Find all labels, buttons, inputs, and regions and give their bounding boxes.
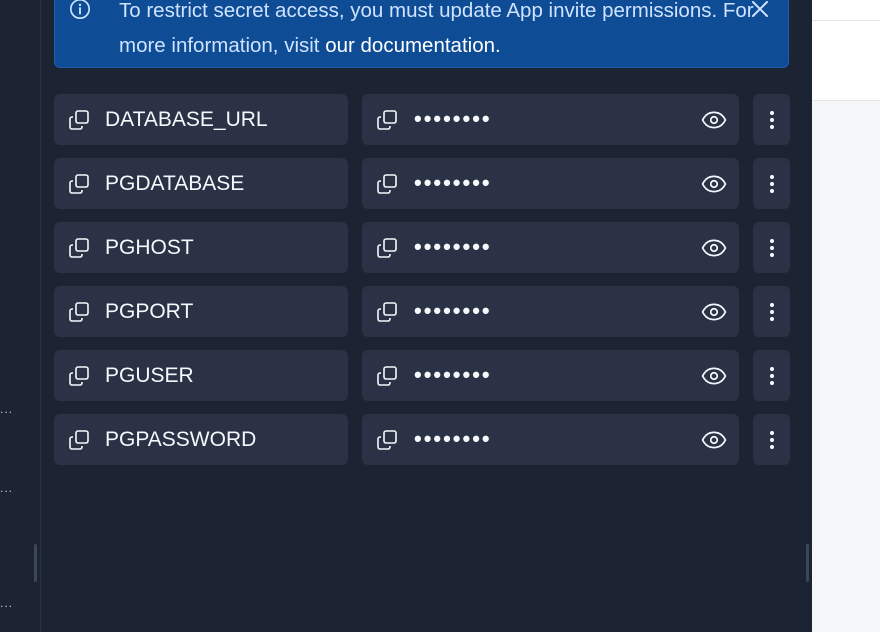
- secret-value-field[interactable]: ••••••••: [362, 222, 739, 273]
- more-vertical-icon: [770, 239, 774, 257]
- secret-value-masked: ••••••••: [414, 298, 492, 323]
- more-vertical-icon: [770, 367, 774, 385]
- copy-icon[interactable]: [375, 236, 399, 260]
- secret-key-label: PGDATABASE: [105, 172, 245, 195]
- copy-icon[interactable]: [67, 364, 91, 388]
- secret-row: DATABASE_URL ••••••••: [54, 94, 791, 145]
- row-menu-button[interactable]: [753, 414, 790, 465]
- secret-key-label: DATABASE_URL: [105, 108, 268, 131]
- row-menu-button[interactable]: [753, 94, 790, 145]
- copy-icon[interactable]: [67, 236, 91, 260]
- secret-key-field[interactable]: PGPASSWORD: [54, 414, 348, 465]
- truncated-text: ...: [0, 481, 14, 495]
- eye-icon[interactable]: [701, 299, 727, 325]
- secret-value-field[interactable]: ••••••••: [362, 350, 739, 401]
- copy-icon[interactable]: [375, 300, 399, 324]
- secret-key-field[interactable]: PGDATABASE: [54, 158, 348, 209]
- resize-handle[interactable]: [34, 544, 37, 582]
- row-menu-button[interactable]: [753, 158, 790, 209]
- copy-icon[interactable]: [67, 428, 91, 452]
- more-vertical-icon: [770, 111, 774, 129]
- eye-icon[interactable]: [701, 107, 727, 133]
- row-menu-button[interactable]: [753, 286, 790, 337]
- editor-header: [812, 0, 880, 101]
- copy-icon[interactable]: [67, 300, 91, 324]
- secret-key-label: PGUSER: [105, 364, 194, 387]
- info-banner: To restrict secret access, you must upda…: [54, 0, 789, 68]
- documentation-link[interactable]: our documentation.: [325, 34, 501, 57]
- row-menu-button[interactable]: [753, 350, 790, 401]
- secret-key-label: PGPORT: [105, 300, 194, 323]
- left-sidebar-strip: ... ... ...: [0, 0, 41, 632]
- eye-icon[interactable]: [701, 363, 727, 389]
- secret-key-label: PGHOST: [105, 236, 194, 259]
- secret-value-masked: ••••••••: [414, 106, 492, 131]
- close-icon[interactable]: [748, 0, 772, 21]
- editor-area: [812, 0, 880, 632]
- truncated-text: ...: [0, 596, 14, 610]
- more-vertical-icon: [770, 431, 774, 449]
- secret-key-label: PGPASSWORD: [105, 428, 257, 451]
- copy-icon[interactable]: [375, 108, 399, 132]
- secret-row: PGPORT ••••••••: [54, 286, 791, 337]
- secret-value-masked: ••••••••: [414, 234, 492, 259]
- info-icon: [70, 0, 90, 19]
- secret-key-field[interactable]: DATABASE_URL: [54, 94, 348, 145]
- more-vertical-icon: [770, 175, 774, 193]
- secret-row: PGDATABASE ••••••••: [54, 158, 791, 209]
- eye-icon[interactable]: [701, 171, 727, 197]
- eye-icon[interactable]: [701, 235, 727, 261]
- secret-key-field[interactable]: PGUSER: [54, 350, 348, 401]
- row-menu-button[interactable]: [753, 222, 790, 273]
- secret-value-field[interactable]: ••••••••: [362, 94, 739, 145]
- copy-icon[interactable]: [375, 428, 399, 452]
- secret-row: PGHOST ••••••••: [54, 222, 791, 273]
- secret-row: PGPASSWORD ••••••••: [54, 414, 791, 465]
- banner-message: To restrict secret access, you must upda…: [119, 0, 759, 63]
- divider: [812, 20, 880, 21]
- secret-key-field[interactable]: PGHOST: [54, 222, 348, 273]
- resize-handle[interactable]: [806, 544, 809, 582]
- secret-value-masked: ••••••••: [414, 426, 492, 451]
- secret-value-masked: ••••••••: [414, 170, 492, 195]
- secret-row: PGUSER ••••••••: [54, 350, 791, 401]
- secret-value-field[interactable]: ••••••••: [362, 414, 739, 465]
- eye-icon[interactable]: [701, 427, 727, 453]
- copy-icon[interactable]: [375, 364, 399, 388]
- secret-value-field[interactable]: ••••••••: [362, 158, 739, 209]
- secret-value-masked: ••••••••: [414, 362, 492, 387]
- secret-value-field[interactable]: ••••••••: [362, 286, 739, 337]
- more-vertical-icon: [770, 303, 774, 321]
- copy-icon[interactable]: [67, 172, 91, 196]
- secrets-panel: To restrict secret access, you must upda…: [41, 0, 803, 632]
- truncated-text: ...: [0, 402, 14, 416]
- secret-key-field[interactable]: PGPORT: [54, 286, 348, 337]
- copy-icon[interactable]: [67, 108, 91, 132]
- copy-icon[interactable]: [375, 172, 399, 196]
